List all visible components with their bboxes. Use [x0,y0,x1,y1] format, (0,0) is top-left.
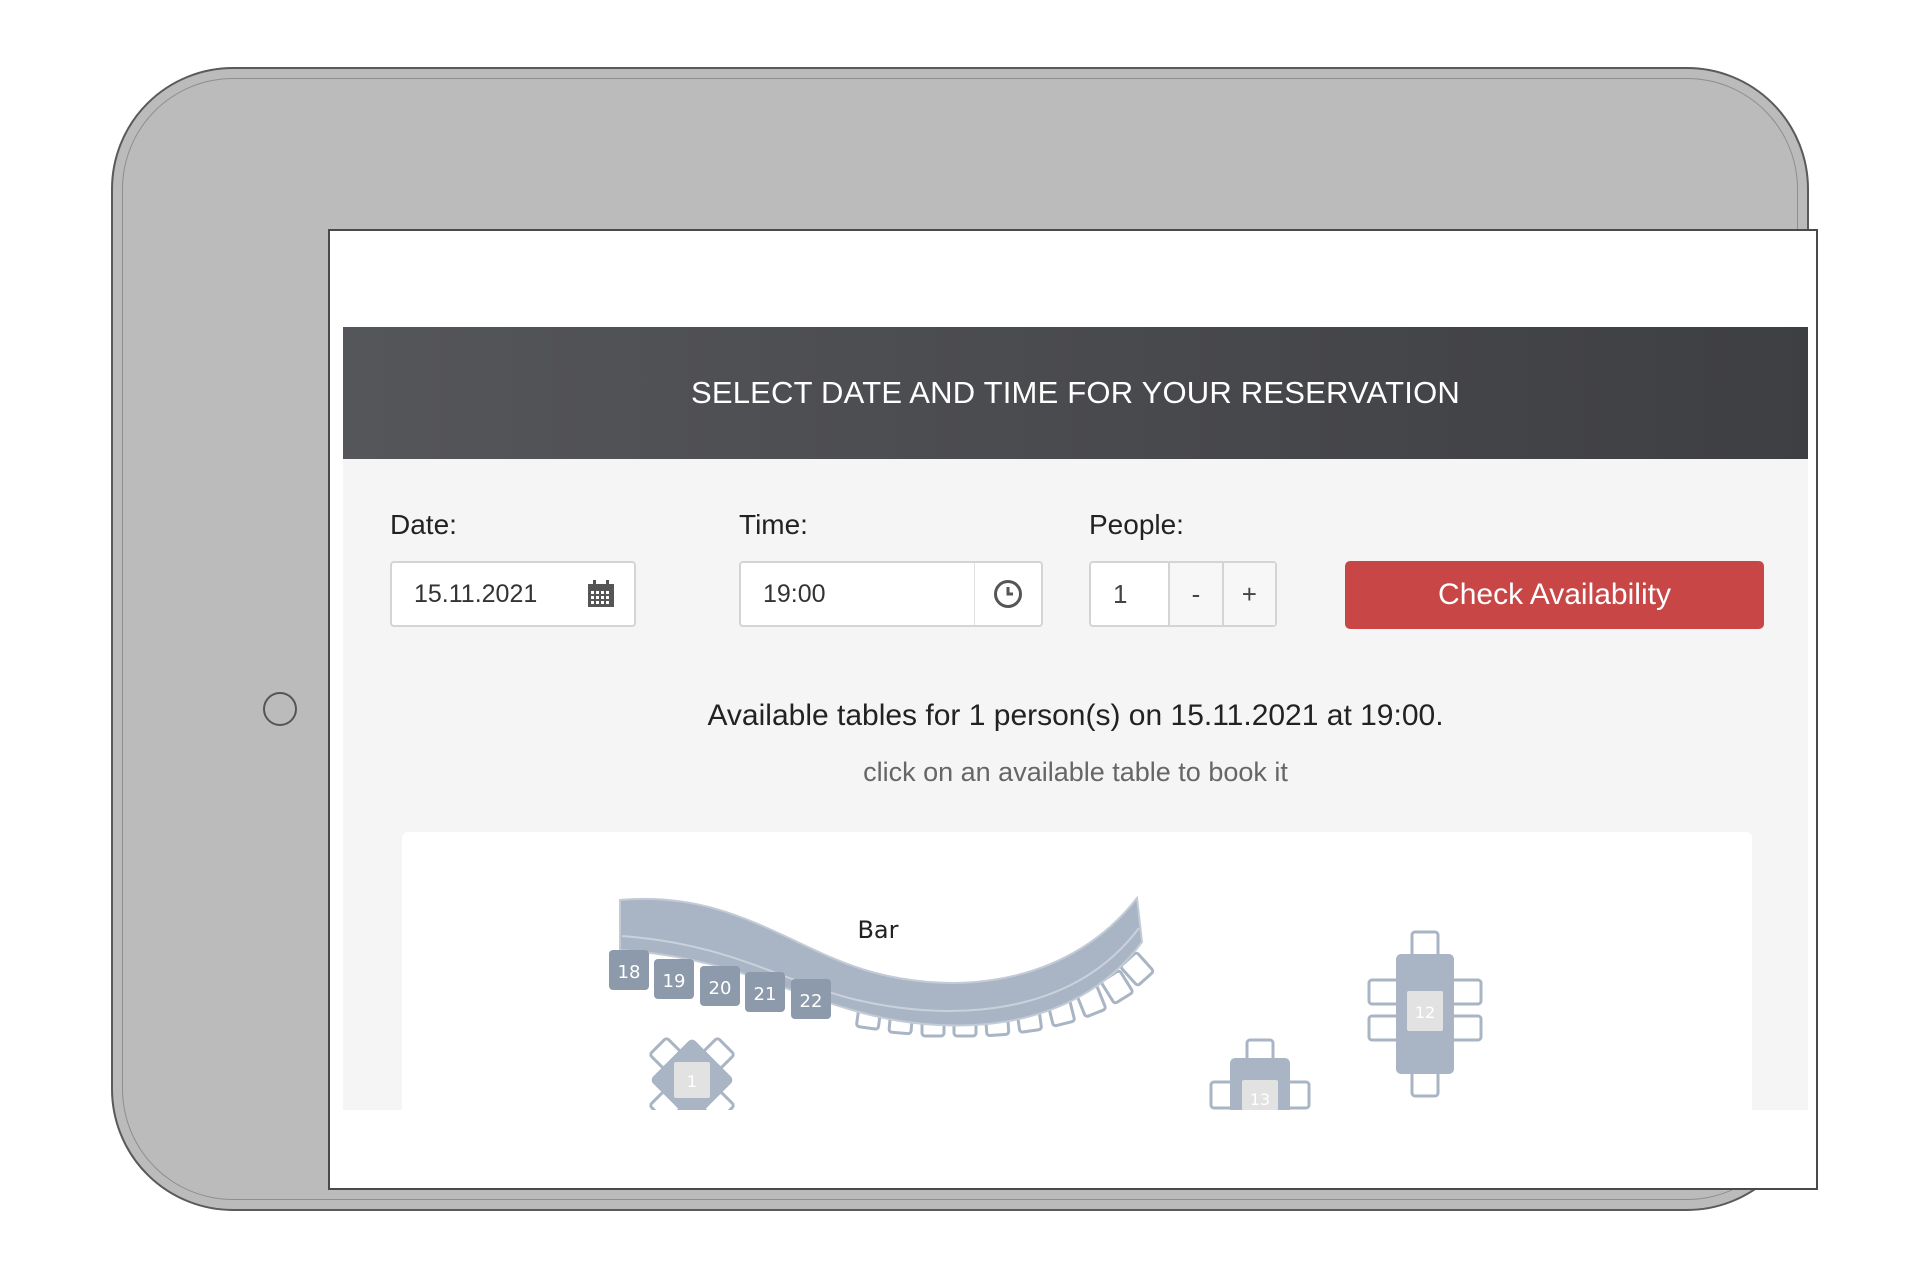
bar-seat-21[interactable]: 21 [745,972,785,1012]
calendar-icon[interactable] [568,563,634,625]
time-label: Time: [739,509,808,540]
floor-plan-drawing: Bar 18 19 20 21 22 1 13 12 [609,895,1483,1110]
availability-summary: Available tables for 1 person(s) on 15.1… [707,699,1444,732]
home-button[interactable] [263,692,297,726]
svg-text:21: 21 [754,984,777,1005]
reservation-header: SELECT DATE AND TIME FOR YOUR RESERVATIO… [343,327,1808,459]
people-label: People: [1089,509,1184,540]
date-value: 15.11.2021 [414,579,538,608]
time-field[interactable]: 19:00 [739,561,1043,627]
table-12[interactable]: 12 [1367,930,1483,1098]
date-label: Date: [390,509,457,540]
floor-plan: Bar 18 19 20 21 22 1 13 12 [402,832,1752,1110]
date-field[interactable]: 15.11.2021 [390,561,636,627]
bar-label: Bar [857,916,898,944]
bar-seat-19[interactable]: 19 [654,959,694,999]
svg-text:20: 20 [709,978,732,999]
availability-hint: click on an available table to book it [863,757,1288,787]
bar-seat-18[interactable]: 18 [609,950,649,990]
svg-text:13: 13 [1250,1090,1270,1109]
screen: SELECT DATE AND TIME FOR YOUR RESERVATIO… [328,229,1818,1190]
check-availability-button[interactable]: Check Availability [1345,561,1764,629]
people-stepper: 1 - + [1089,561,1277,627]
svg-text:12: 12 [1415,1003,1435,1022]
time-value: 19:00 [763,579,826,608]
people-count[interactable]: 1 [1091,563,1168,625]
svg-text:1: 1 [687,1072,697,1091]
reservation-panel: Date: 15.11.2021 Time: 19:00 People: 1 -… [343,459,1808,1110]
bar-seat-22[interactable]: 22 [791,979,831,1019]
svg-text:19: 19 [663,971,686,992]
table-1[interactable]: 1 [624,1012,760,1110]
svg-text:18: 18 [618,962,641,983]
bar-seat-20[interactable]: 20 [700,966,740,1006]
page-title: SELECT DATE AND TIME FOR YOUR RESERVATIO… [690,375,1460,410]
increment-button[interactable]: + [1221,563,1275,625]
svg-text:22: 22 [800,991,823,1012]
tablet-frame: SELECT DATE AND TIME FOR YOUR RESERVATIO… [111,67,1818,1211]
table-13[interactable]: 13 [1209,1038,1311,1110]
decrement-button[interactable]: - [1168,563,1222,625]
clock-icon[interactable] [974,563,1041,625]
